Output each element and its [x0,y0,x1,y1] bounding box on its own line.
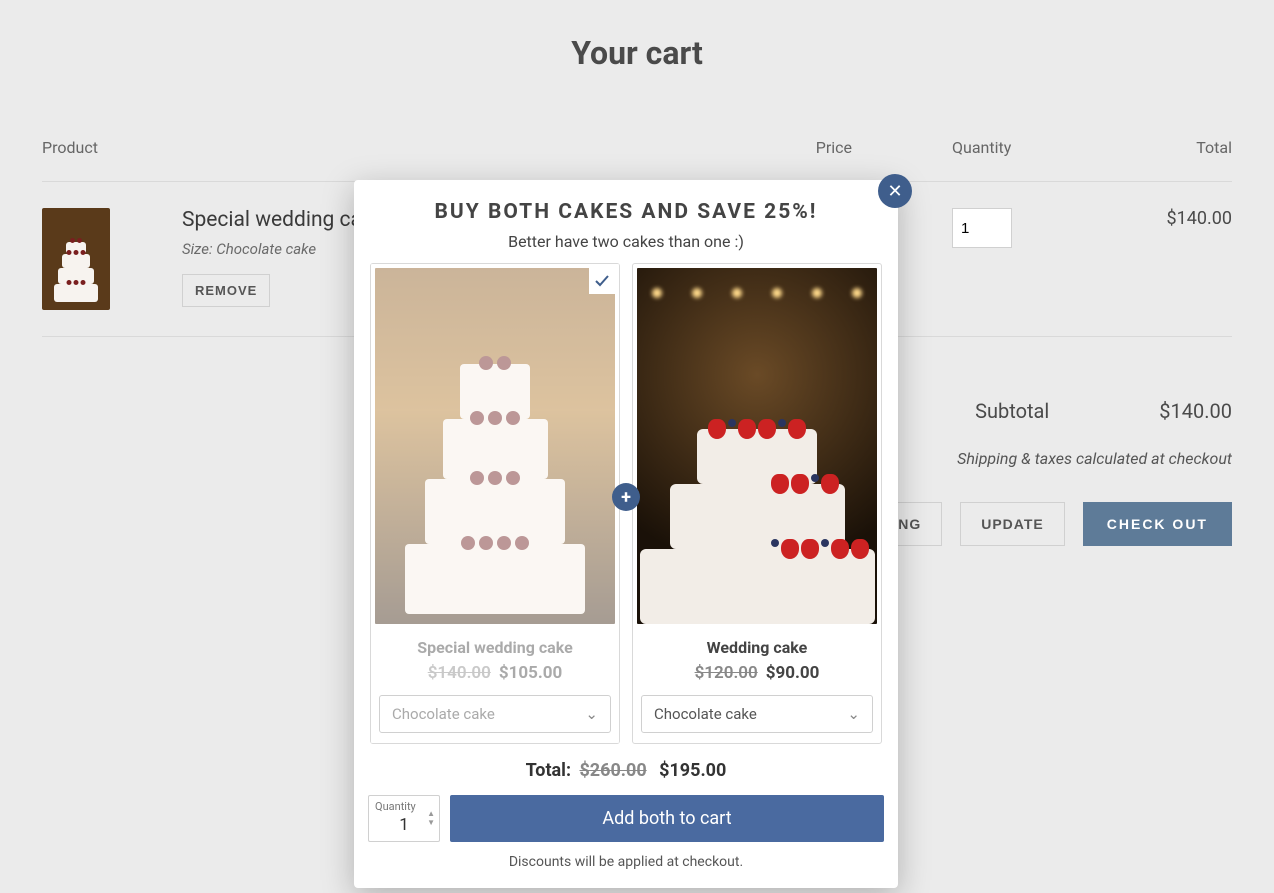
add-both-button[interactable]: Add both to cart [450,795,884,842]
product-card-1[interactable]: Special wedding cake $140.00$105.00 Choc… [370,263,620,744]
product-card-2[interactable]: Wedding cake $120.00$90.00 Chocolate cak… [632,263,882,744]
chevron-down-icon: ⌄ [585,705,598,723]
modal-subtitle: Better have two cakes than one :) [368,232,884,251]
discount-note: Discounts will be applied at checkout. [368,854,884,870]
col-product: Product [42,138,182,182]
col-price: Price [712,138,852,182]
product-image-1 [375,268,615,624]
product-name-2: Wedding cake [637,638,877,657]
product-option-select-1[interactable]: Chocolate cake ⌄ [379,695,611,733]
product-image-2 [637,268,877,624]
modal-total: Total: $260.00 $195.00 [368,760,884,781]
stepper-icon[interactable]: ▲▼ [427,810,435,827]
remove-button[interactable]: REMOVE [182,274,270,307]
product-option-select-2[interactable]: Chocolate cake ⌄ [641,695,873,733]
item-total: $140.00 [1112,182,1232,337]
product-price-1: $140.00$105.00 [375,663,615,683]
modal-title: BUY BOTH CAKES AND SAVE 25%! [368,200,884,224]
modal-quantity-input[interactable]: Quantity 1 ▲▼ [368,795,440,842]
checkmark-icon [589,268,615,294]
close-button[interactable]: ✕ [878,174,912,208]
chevron-down-icon: ⌄ [847,705,860,723]
plus-icon: + [612,483,640,511]
upsell-modal: ✕ BUY BOTH CAKES AND SAVE 25%! Better ha… [354,180,898,888]
subtotal-label: Subtotal [975,399,1049,423]
item-thumbnail[interactable] [42,208,110,310]
close-icon: ✕ [887,181,902,202]
product-name-1: Special wedding cake [375,638,615,657]
col-total: Total [1112,138,1232,182]
product-price-2: $120.00$90.00 [637,663,877,683]
subtotal-value: $140.00 [1159,399,1232,423]
update-button[interactable]: UPDATE [960,502,1065,546]
page-title: Your cart [0,0,1274,98]
quantity-input[interactable] [952,208,1012,248]
checkout-button[interactable]: CHECK OUT [1083,502,1232,546]
